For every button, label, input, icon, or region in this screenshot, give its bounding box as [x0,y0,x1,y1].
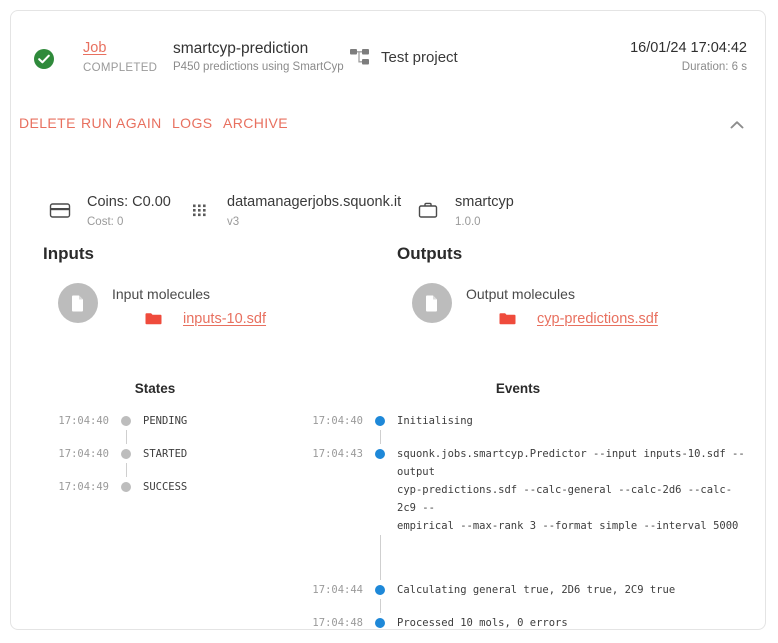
event-time: 17:04:48 [289,613,363,630]
output-item: Output molecules cyp-predictions.sdf [389,283,749,343]
input-file-link[interactable]: inputs-10.sdf [183,311,266,327]
input-item: Input molecules inputs-10.sdf [35,283,375,343]
page-title: smartcyp-prediction [173,39,353,58]
logs-button[interactable]: LOGS [172,111,213,135]
output-label: Output molecules [466,286,575,302]
outputs-section: Outputs Output molecules cyp-predictions… [389,243,749,343]
event-time: 17:04:44 [289,580,363,599]
coins-cost: Cost: 0 [87,214,171,230]
timeline-connector [289,599,749,613]
state-row: 17:04:49 SUCCESS [35,477,285,496]
delete-button[interactable]: DELETE [19,111,76,135]
state-time: 17:04:40 [35,411,109,430]
state-label: SUCCESS [143,477,187,496]
inputs-section: Inputs Input molecules inputs-10.sdf [35,243,375,343]
image-name: datamanagerjobs.squonk.it [227,193,401,212]
outputs-heading: Outputs [397,243,749,265]
input-file-row: inputs-10.sdf [145,311,266,327]
folder-icon [499,312,516,326]
job-time-block: 16/01/24 17:04:42 Duration: 6 s [630,39,747,76]
app-name: smartcyp [455,193,514,212]
input-label: Input molecules [112,286,210,302]
events-heading: Events [289,379,749,399]
state-row: 17:04:40 STARTED [35,444,285,463]
check-circle-icon [33,48,55,70]
file-icon [58,283,98,323]
app-version: 1.0.0 [455,214,514,230]
event-dot [363,411,397,426]
state-time: 17:04:49 [35,477,109,496]
event-message: Processed 10 mols, 0 errors [397,613,568,630]
event-dot [363,613,397,628]
timeline-connector [35,463,285,477]
states-heading: States [35,379,285,399]
job-type-link[interactable]: Job [83,39,106,57]
event-message: squonk.jobs.smartcyp.Predictor --input i… [397,444,749,535]
job-status-block: Job COMPLETED [83,39,183,77]
job-timestamp: 16/01/24 17:04:42 [630,39,747,58]
output-file-link[interactable]: cyp-predictions.sdf [537,311,658,327]
event-message: Calculating general true, 2D6 true, 2C9 … [397,580,675,599]
event-row: 17:04:48 Processed 10 mols, 0 errors [289,613,749,630]
timeline-connector [35,430,285,444]
job-duration: Duration: 6 s [630,59,747,76]
timeline-connector [289,535,749,580]
state-row: 17:04:40 PENDING [35,411,285,430]
state-time: 17:04:40 [35,444,109,463]
states-timeline: States 17:04:40 PENDING 17:04:40 STARTED… [35,379,285,496]
event-row: 17:04:40 Initialising [289,411,749,430]
action-toolbar: DELETE RUN AGAIN LOGS ARCHIVE [11,111,765,151]
page-subtitle: P450 predictions using SmartCyp [173,59,353,76]
project-name[interactable]: Test project [381,49,458,66]
coins-value: Coins: C0.00 [87,193,171,212]
job-meta-row: Coins: C0.00 Cost: 0 [11,193,765,237]
timeline-connector [289,430,749,444]
grid-dots-icon [189,199,211,221]
event-row: 17:04:43 squonk.jobs.smartcyp.Predictor … [289,444,749,535]
event-dot [363,580,397,595]
folder-icon [145,312,162,326]
job-title-block: smartcyp-prediction P450 predictions usi… [173,39,353,76]
state-label: PENDING [143,411,187,430]
job-detail-card: Job COMPLETED smartcyp-prediction P450 p… [10,10,766,630]
state-dot [109,477,143,492]
file-icon [412,283,452,323]
job-state-label: COMPLETED [83,59,183,77]
sitemap-icon [348,45,372,69]
job-header: Job COMPLETED smartcyp-prediction P450 p… [11,11,765,91]
state-dot [109,444,143,459]
image-version: v3 [227,214,401,230]
run-again-button[interactable]: RUN AGAIN [81,111,162,135]
inputs-heading: Inputs [43,243,375,265]
event-message: Initialising [397,411,473,430]
output-file-row: cyp-predictions.sdf [499,311,658,327]
event-row: 17:04:44 Calculating general true, 2D6 t… [289,580,749,599]
chevron-up-icon[interactable] [725,113,749,137]
archive-button[interactable]: ARCHIVE [223,111,288,135]
event-dot [363,444,397,459]
events-timeline: Events 17:04:40 Initialising 17:04:43 sq… [289,379,749,630]
event-time: 17:04:43 [289,444,363,463]
briefcase-icon [417,199,439,221]
state-dot [109,411,143,426]
credit-card-icon [49,199,71,221]
event-time: 17:04:40 [289,411,363,430]
state-label: STARTED [143,444,187,463]
